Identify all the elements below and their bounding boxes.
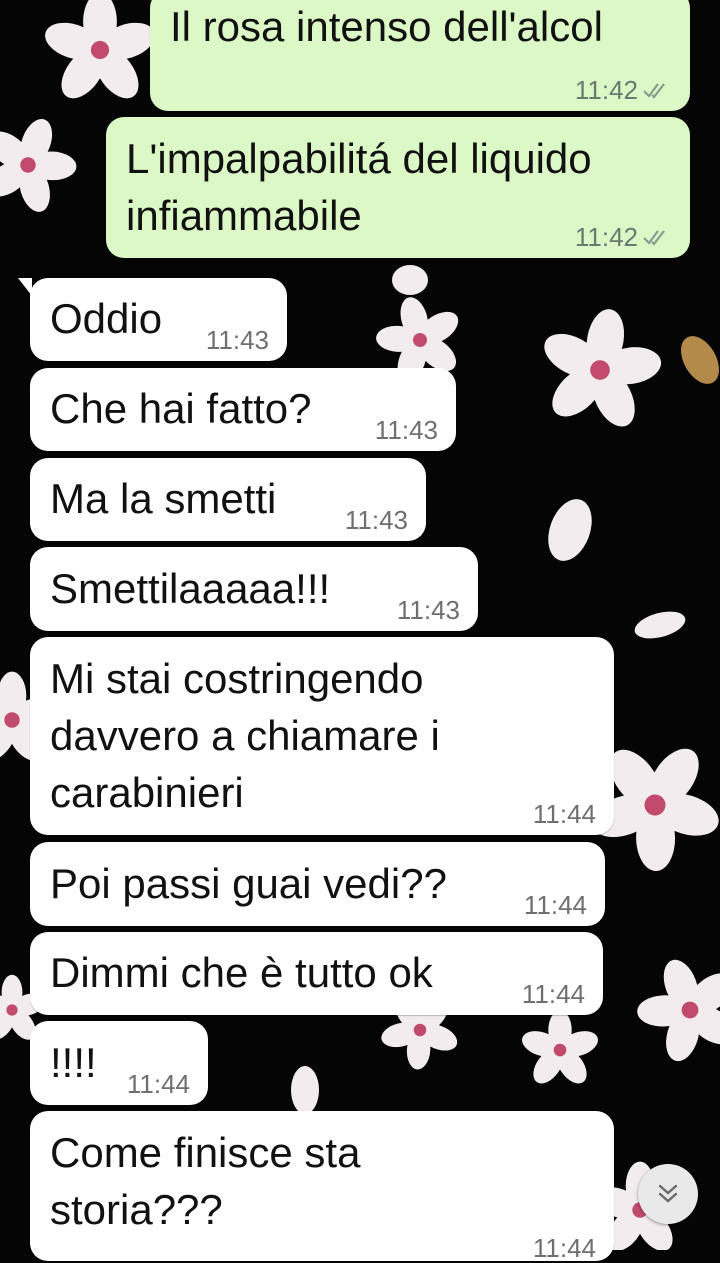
message-meta: 11:43 [206,325,269,355]
message-time: 11:44 [523,890,587,920]
message-meta: 11:44 [533,1233,596,1263]
message-incoming[interactable]: Oddio 11:43 [18,278,287,361]
double-check-icon [643,230,665,246]
message-incoming[interactable]: !!!! 11:44 [30,1021,208,1105]
message-meta: 11:42 [575,75,672,105]
message-text: Dimmi che è tutto ok [50,949,433,996]
double-chevron-down-icon [658,1184,678,1203]
message-incoming[interactable]: Che hai fatto? 11:43 [30,368,456,451]
scroll-to-bottom-button[interactable] [638,1164,698,1224]
message-time: 11:44 [532,799,596,829]
message-text: Mi stai costringendo davvero a chiamare … [50,655,440,816]
message-time: 11:43 [205,325,269,355]
message-time: 11:43 [344,505,408,535]
message-time: 11:44 [532,1233,596,1263]
message-time: 11:42 [574,75,638,105]
bubble-tail [18,278,32,296]
message-incoming[interactable]: Smettilaaaaa!!! 11:43 [30,547,478,631]
message-meta: 11:43 [345,505,408,535]
message-time: 11:44 [126,1069,190,1099]
double-check-icon [643,83,665,99]
message-time: 11:44 [521,979,585,1009]
message-meta: 11:44 [524,890,587,920]
message-incoming[interactable]: Poi passi guai vedi?? 11:44 [30,842,605,926]
message-text: Il rosa intenso dell'alcol [170,3,603,50]
message-meta: 11:44 [522,979,585,1009]
message-time: 11:43 [374,415,438,445]
message-text: Poi passi guai vedi?? [50,860,447,907]
message-incoming[interactable]: Ma la smetti 11:43 [30,458,426,541]
message-incoming[interactable]: Come finisce sta storia??? 11:44 [30,1111,614,1263]
message-text: Come finisce sta storia??? [50,1129,361,1233]
message-time: 11:42 [574,222,638,252]
message-meta: 11:43 [375,415,438,445]
message-outgoing[interactable]: L'impalpabilitá del liquido infiammabile… [106,117,690,258]
message-time: 11:43 [396,595,460,625]
message-meta: 11:44 [533,799,596,829]
message-meta: 11:44 [127,1069,190,1099]
message-meta: 11:42 [575,222,672,252]
message-incoming[interactable]: Dimmi che è tutto ok 11:44 [30,932,603,1015]
message-incoming[interactable]: Mi stai costringendo davvero a chiamare … [30,637,614,835]
message-meta: 11:43 [397,595,460,625]
message-outgoing[interactable]: Il rosa intenso dell'alcol 11:42 [150,0,690,111]
